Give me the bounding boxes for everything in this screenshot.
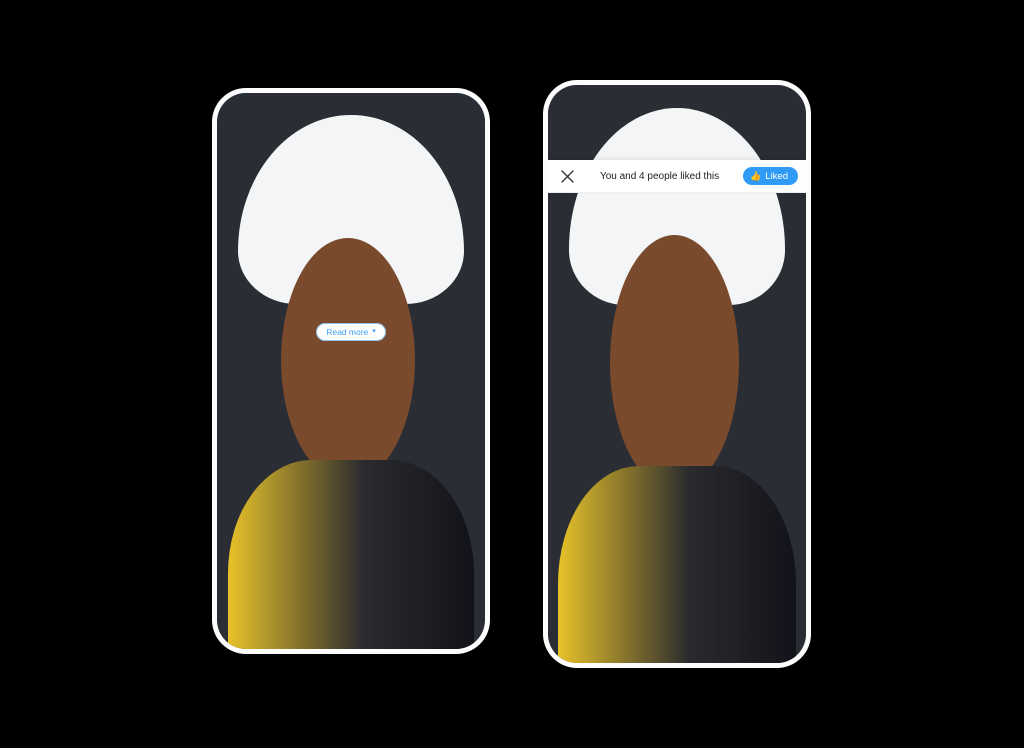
phone-mockup-right: Updates You and 4 people liked this 👍 [543, 80, 811, 668]
current-user-avatar-image [548, 85, 806, 663]
liked-button[interactable]: 👍 Liked [743, 167, 798, 185]
read-more-button[interactable]: Read more ▾ [316, 322, 386, 341]
phone-screen-left: Updates Leen Rogers Updates [217, 93, 485, 649]
avatar[interactable] [548, 85, 806, 663]
liked-bar: You and 4 people liked this 👍 Liked [548, 160, 806, 193]
read-more-row: Read more ▾ [217, 322, 485, 341]
avatar[interactable] [217, 93, 485, 649]
comment-composer-right [548, 85, 806, 663]
liked-count-text: You and 4 people liked this [599, 170, 720, 182]
current-user-avatar-image [217, 93, 485, 649]
liked-button-label: Liked [765, 170, 788, 182]
close-icon [560, 169, 574, 183]
chevron-down-icon: ▾ [372, 328, 376, 336]
screenshot-canvas: Updates Leen Rogers Updates [0, 0, 1024, 748]
phone-mockup-left: Updates Leen Rogers Updates [212, 88, 490, 654]
thumbs-up-icon: 👍 [750, 170, 762, 181]
read-more-label: Read more [326, 326, 369, 337]
phone-screen-right: Updates You and 4 people liked this 👍 [548, 85, 806, 663]
close-button[interactable] [558, 167, 576, 185]
comment-composer-left [217, 93, 485, 649]
